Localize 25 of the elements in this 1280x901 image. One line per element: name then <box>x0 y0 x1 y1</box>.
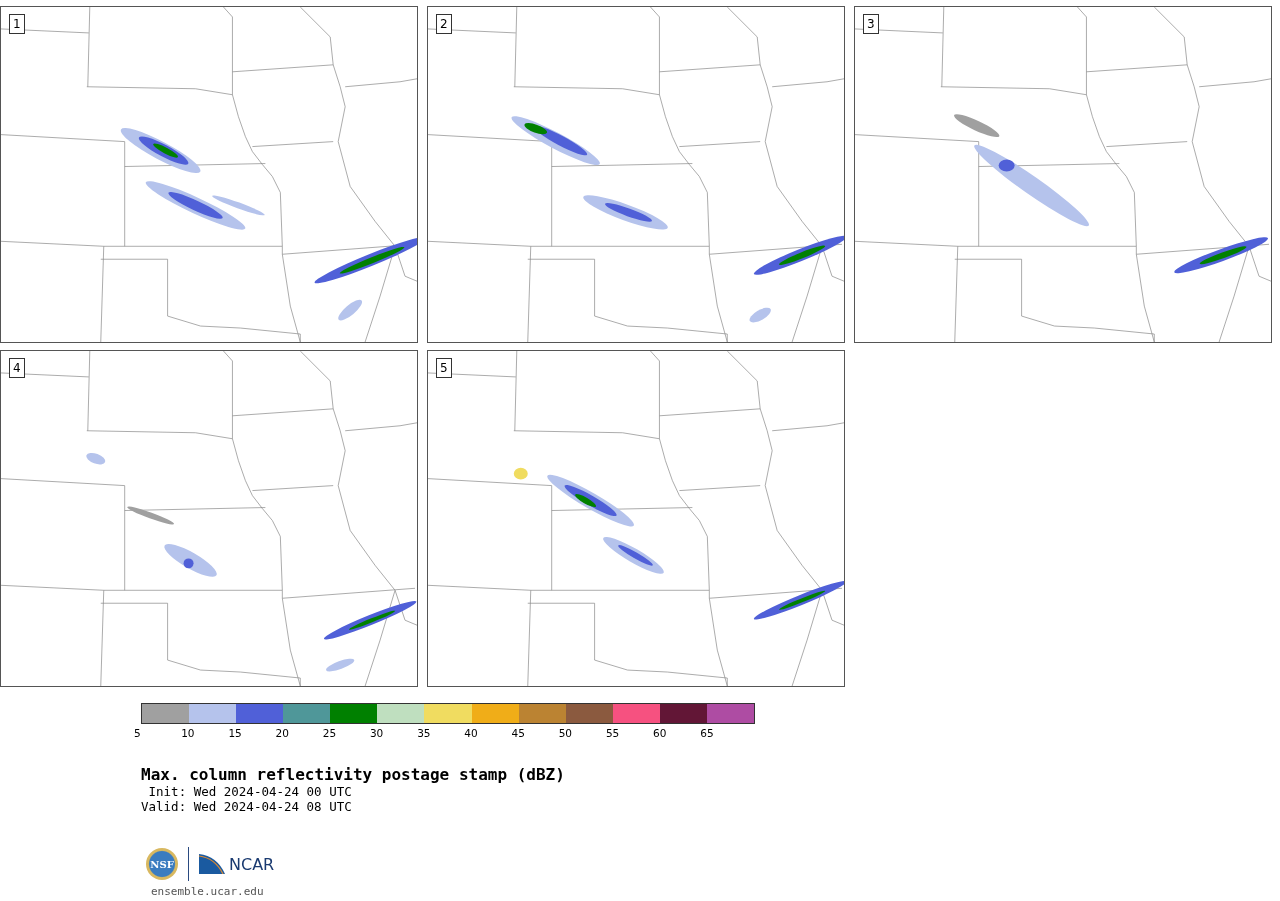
tick-label: 40 <box>464 727 479 739</box>
tick-label: 5 <box>134 727 142 739</box>
tick-label: 50 <box>558 727 574 739</box>
seal-logo: NSF <box>146 848 178 880</box>
tick-label: 35 <box>417 727 432 739</box>
panel-number: 2 <box>436 14 452 34</box>
init-time: Init: Wed 2024-04-24 00 UTC <box>147 784 353 799</box>
tick-label: 30 <box>369 727 385 739</box>
tick-label: 65 <box>700 727 715 739</box>
tick-label: 25 <box>322 727 338 739</box>
panel-number: 1 <box>9 14 25 34</box>
panel-number: 4 <box>9 358 25 378</box>
chart-title: Max. column reflectivity postage stamp (dBZ) <box>141 765 566 784</box>
tick-label: 55 <box>605 727 621 739</box>
valid-time: Valid: Wed 2024-04-24 08 UTC <box>141 799 353 814</box>
tick-label: 15 <box>228 727 243 739</box>
panel-number: 3 <box>863 14 879 34</box>
tick-label: 10 <box>181 727 196 739</box>
website-url: ensemble.ucar.edu <box>151 885 265 898</box>
tick-label: 20 <box>275 727 290 739</box>
panel-number: 5 <box>436 358 452 378</box>
logo-text: NCAR <box>229 854 275 874</box>
arc-logo-icon <box>199 854 225 874</box>
tick-label: 60 <box>653 727 668 739</box>
tick-label: 45 <box>511 727 526 739</box>
